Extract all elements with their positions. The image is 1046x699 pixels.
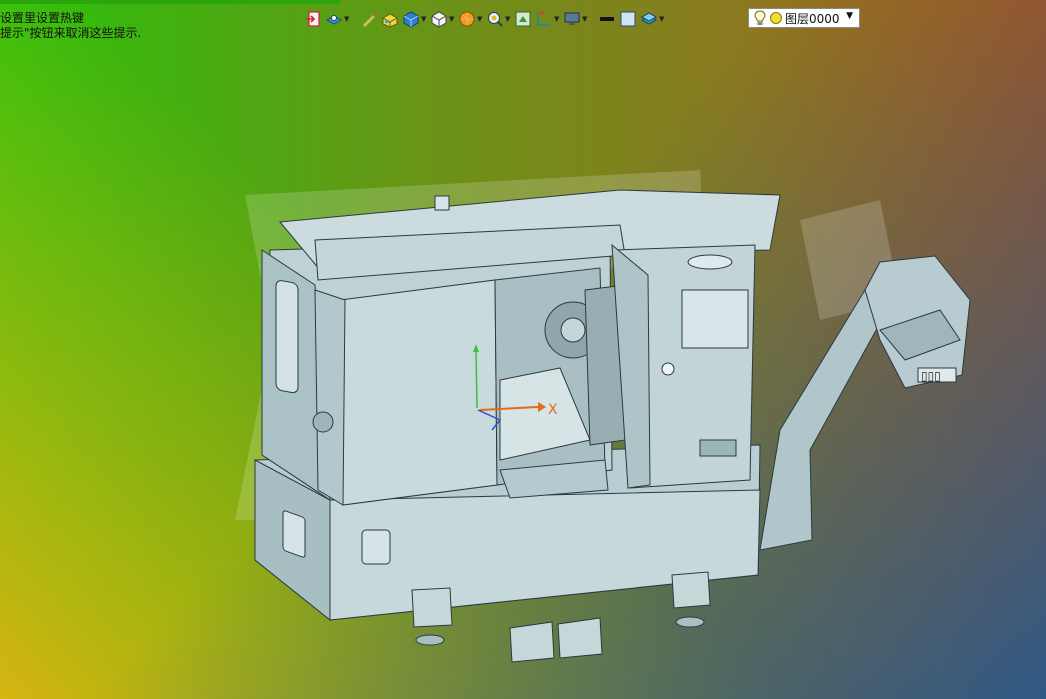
cad-viewport[interactable]: ▯▯▯ X — [0, 0, 1046, 699]
svg-text:▯▯▯: ▯▯▯ — [921, 369, 941, 383]
axis-label-x: X — [548, 402, 558, 418]
